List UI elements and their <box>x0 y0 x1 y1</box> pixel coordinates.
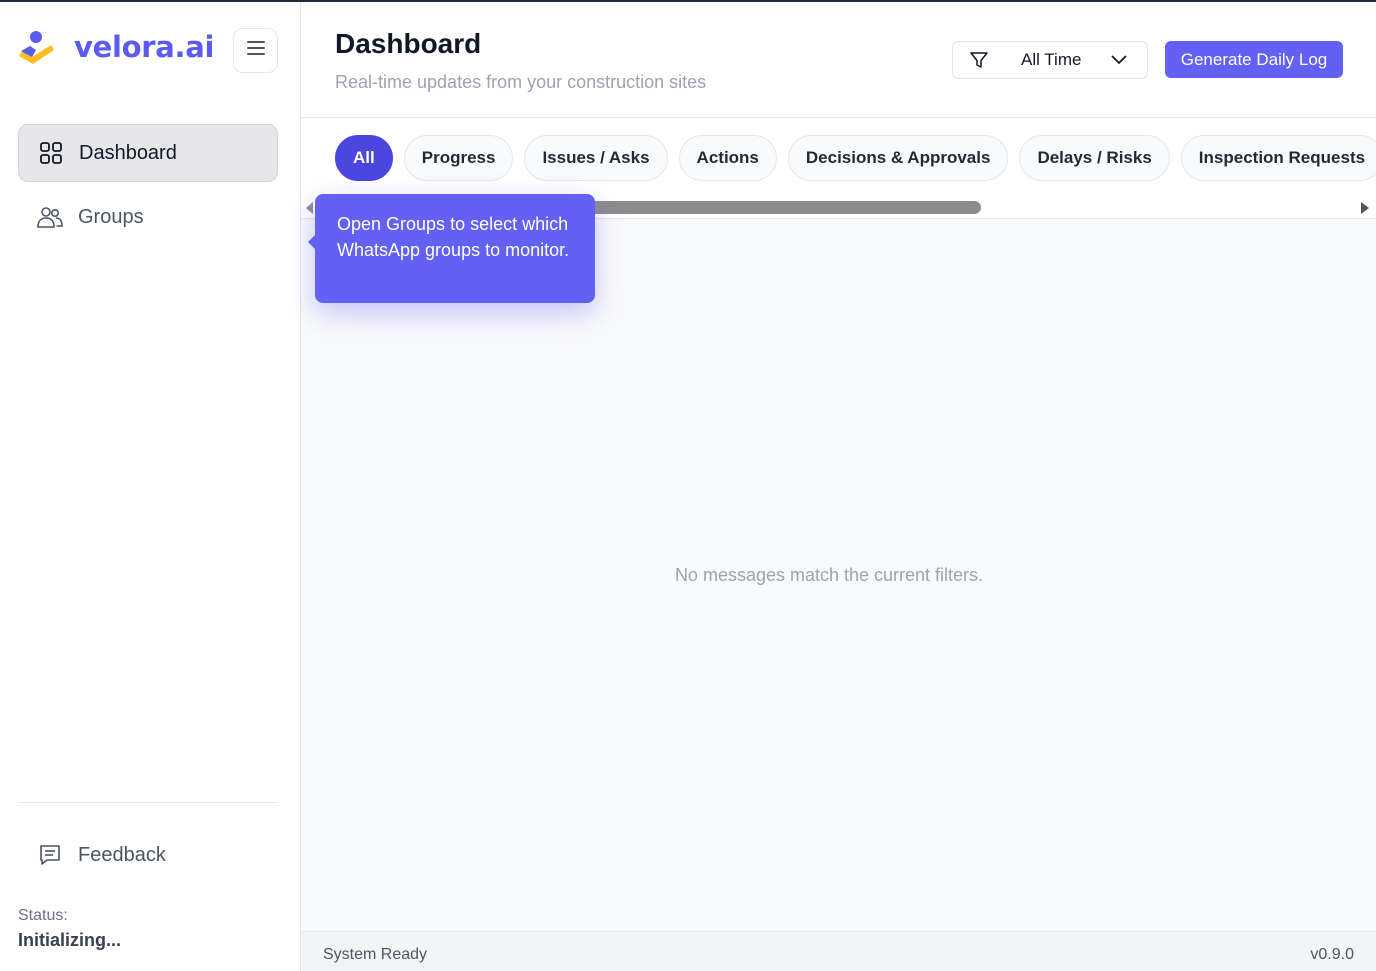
system-status: System Ready <box>323 946 428 963</box>
velora-logo-icon <box>18 28 56 66</box>
status-bar: System Ready v0.9.0 <box>301 931 1376 971</box>
tab-inspection-requests[interactable]: Inspection Requests <box>1180 135 1376 181</box>
version-label: v0.9.0 <box>1310 946 1354 963</box>
tooltip-arrow <box>308 234 316 250</box>
page-title: Dashboard <box>335 28 482 59</box>
chevron-down-icon <box>1111 50 1131 70</box>
feedback-label: Feedback <box>78 843 166 866</box>
scroll-right-arrow[interactable] <box>1361 202 1369 214</box>
sidebar-item-label: Dashboard <box>79 141 177 164</box>
page-subtitle: Real-time updates from your construction… <box>335 72 707 92</box>
sidebar-item-dashboard[interactable]: Dashboard <box>18 124 278 182</box>
tab-actions[interactable]: Actions <box>678 135 777 181</box>
tab-issues-asks[interactable]: Issues / Asks <box>524 135 668 181</box>
sidebar: velora.ai Dashboard Groups Feedback Stat… <box>0 2 301 971</box>
category-tabs: All Progress Issues / Asks Actions Decis… <box>335 135 1376 181</box>
time-filter-select[interactable]: All Time <box>952 41 1148 79</box>
users-icon <box>36 203 64 231</box>
funnel-icon <box>969 49 991 71</box>
menu-toggle-button[interactable] <box>233 28 278 73</box>
horizontal-scrollbar-thumb[interactable] <box>553 201 981 214</box>
tab-progress[interactable]: Progress <box>403 135 514 181</box>
brand[interactable]: velora.ai <box>18 28 214 66</box>
sidebar-divider <box>18 802 278 803</box>
message-square-icon <box>36 841 64 869</box>
scroll-left-arrow[interactable] <box>306 202 313 214</box>
status-label: Status: <box>18 907 68 924</box>
main-content: Dashboard Real-time updates from your co… <box>301 2 1376 971</box>
sidebar-item-label: Groups <box>78 205 144 228</box>
hamburger-menu-icon <box>246 41 265 60</box>
time-filter-value: All Time <box>1021 50 1082 69</box>
onboarding-tooltip[interactable]: Open Groups to select which WhatsApp gro… <box>308 194 595 303</box>
brand-name: velora.ai <box>74 30 215 64</box>
empty-state-message: No messages match the current filters. <box>674 565 984 585</box>
app-window: velora.ai Dashboard Groups Feedback Stat… <box>0 0 1376 971</box>
feedback-button[interactable]: Feedback <box>18 826 278 884</box>
tab-delays-risks[interactable]: Delays / Risks <box>1019 135 1170 181</box>
tab-all[interactable]: All <box>335 135 393 181</box>
tooltip-text: Open Groups to select which WhatsApp gro… <box>337 214 570 260</box>
tab-decisions-approvals[interactable]: Decisions & Approvals <box>787 135 1009 181</box>
sidebar-item-groups[interactable]: Groups <box>18 188 278 246</box>
grid-icon <box>37 139 65 167</box>
status-value: Initializing... <box>18 930 121 950</box>
page-header: Dashboard Real-time updates from your co… <box>301 2 1376 118</box>
generate-daily-log-button[interactable]: Generate Daily Log <box>1165 41 1343 78</box>
